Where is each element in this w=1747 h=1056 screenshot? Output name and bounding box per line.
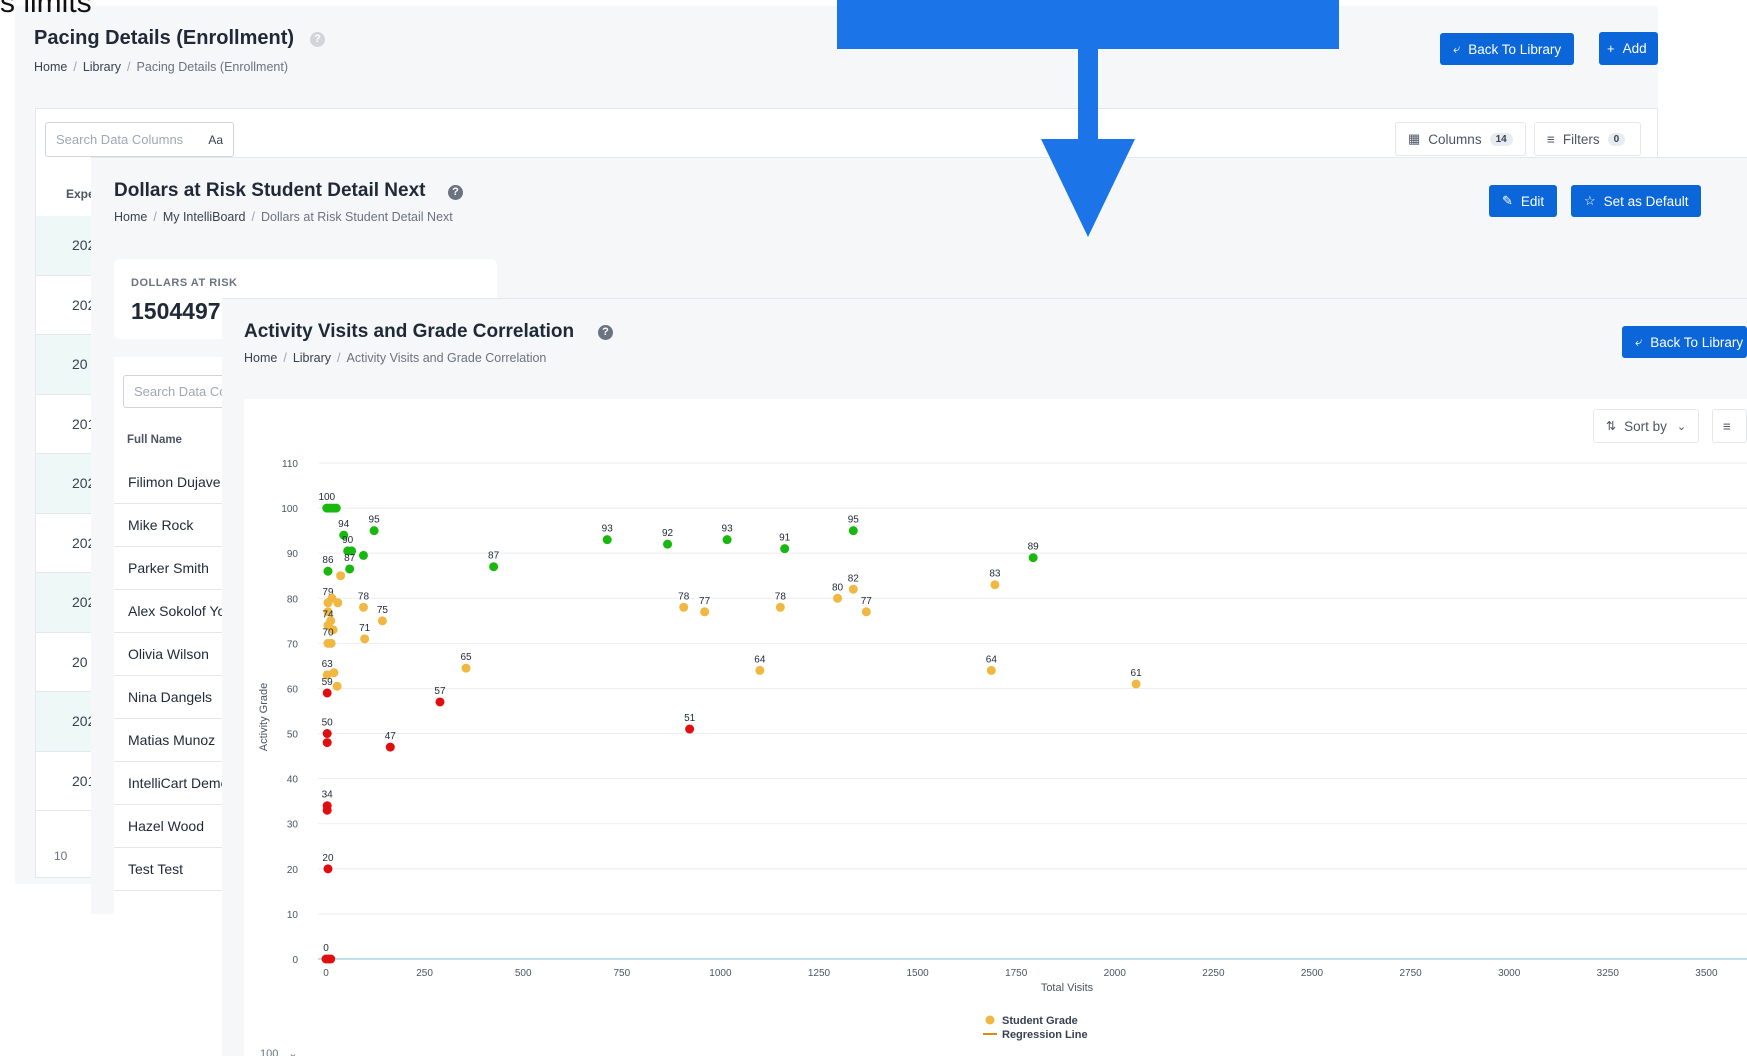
columns-button[interactable]: ▦ Columns 14 [1395,122,1526,156]
add-button[interactable]: + Add [1599,32,1658,65]
breadcrumb-current: Activity Visits and Grade Correlation [346,351,547,365]
table-row[interactable]: IntelliCart Demo [114,762,224,805]
breadcrumb-library[interactable]: Library [83,60,121,74]
search-input[interactable]: Search Data Columns Aa [45,122,234,157]
chart-card [244,399,1747,1056]
chevron-down-icon: ⌄ [288,1048,298,1056]
pacing-table: Expe 202 202 20 201 202 202 202 20 202 201 [36,169,96,879]
back-to-library-button[interactable]: ⤶ Back To Library [1440,33,1575,65]
page-title-dollars: Dollars at Risk Student Detail Next [114,180,426,201]
columns-count-badge: 14 [1489,132,1513,146]
table-row[interactable]: 20 [36,633,96,692]
table-row[interactable]: Matias Munoz [114,719,224,762]
top-fragment-text: s limits [0,0,92,19]
breadcrumb-current: Pacing Details (Enrollment) [136,60,288,74]
table-row[interactable]: Parker Smith [114,547,224,590]
table-row[interactable]: 202 [36,454,96,514]
table-row[interactable]: 202 [36,514,96,573]
back-arrow-icon: ⤶ [1453,41,1461,56]
set-as-default-button[interactable]: ☆ Set as Default [1571,185,1702,217]
sort-icon: ⇅ [1606,419,1617,433]
table-row[interactable]: 202 [36,573,96,633]
kpi-label: DOLLARS AT RISK [131,277,238,289]
breadcrumb-home[interactable]: Home [34,60,67,74]
table-row[interactable]: Alex Sokolof Yor [114,590,224,633]
table-row[interactable]: Mike Rock [114,504,224,547]
chevron-down-icon: ⌄ [1676,420,1687,433]
page-title-activity: Activity Visits and Grade Correlation [244,321,575,342]
column-header-full-name[interactable]: Full Name [127,434,182,446]
filters-count-badge: 0 [1607,132,1626,146]
filter-button[interactable]: ≡ [1712,409,1747,443]
help-icon[interactable]: ? [448,185,463,200]
help-icon[interactable]: ? [310,32,325,47]
table-row[interactable]: 20 [36,335,96,395]
table-row[interactable]: 202 [36,276,96,335]
breadcrumb-my-intelliboard[interactable]: My IntelliBoard [163,210,246,224]
search-input[interactable]: Search Data Co [123,375,233,408]
help-icon[interactable]: ? [598,325,613,340]
table-row[interactable]: 202 [36,216,96,276]
sort-by-button[interactable]: ⇅ Sort by ⌄ [1593,409,1700,443]
back-arrow-icon: ⤶ [1635,334,1643,349]
table-row[interactable]: Test Test [114,848,224,891]
breadcrumb-current: Dollars at Risk Student Detail Next [261,210,453,224]
table-row[interactable]: 201 [36,395,96,454]
breadcrumb-library[interactable]: Library [293,351,331,365]
table-row[interactable]: Olivia Wilson [114,633,224,676]
table-row[interactable]: 201 [36,752,96,811]
breadcrumb-dollars: Home / My IntelliBoard / Dollars at Risk Stu… [114,210,453,224]
calendar-icon: ▦ [1408,131,1421,146]
table-row[interactable]: Nina Dangels [114,676,224,719]
pacing-page-size[interactable]: 10 [54,849,67,863]
edit-button[interactable]: ✎ Edit [1489,185,1558,217]
activity-page-size[interactable]: 100 ⌄ [260,1047,298,1056]
breadcrumb-home[interactable]: Home [244,351,277,365]
breadcrumb-pacing: Home / Library / Pacing Details (Enrollment) [34,60,288,74]
filter-icon: ≡ [1547,131,1555,147]
back-to-library-button[interactable]: ⤶ Back To Library [1622,326,1747,358]
breadcrumb-home[interactable]: Home [114,210,147,224]
filters-button[interactable]: ≡ Filters 0 [1534,122,1641,156]
kpi-value: 1504497 [131,298,221,324]
table-row[interactable]: Filimon Dujave [114,461,224,504]
star-icon: ☆ [1584,193,1596,208]
table-row[interactable]: Hazel Wood [114,805,224,848]
page-title-pacing: Pacing Details (Enrollment) [34,27,295,49]
edit-icon: ✎ [1502,193,1513,208]
match-case-icon[interactable]: Aa [208,133,223,147]
annotation-box [837,0,1339,49]
plus-icon: + [1607,41,1615,56]
table-row[interactable]: 202 [36,692,96,752]
filter-icon: ≡ [1723,418,1731,434]
breadcrumb-activity: Home / Library / Activity Visits and Grade C… [244,351,547,365]
dollars-table: Full Name Filimon Dujave Mike Rock Parker … [114,418,224,896]
annotation-arrow-shaft [1078,49,1098,139]
annotation-arrow-head [1041,139,1135,237]
